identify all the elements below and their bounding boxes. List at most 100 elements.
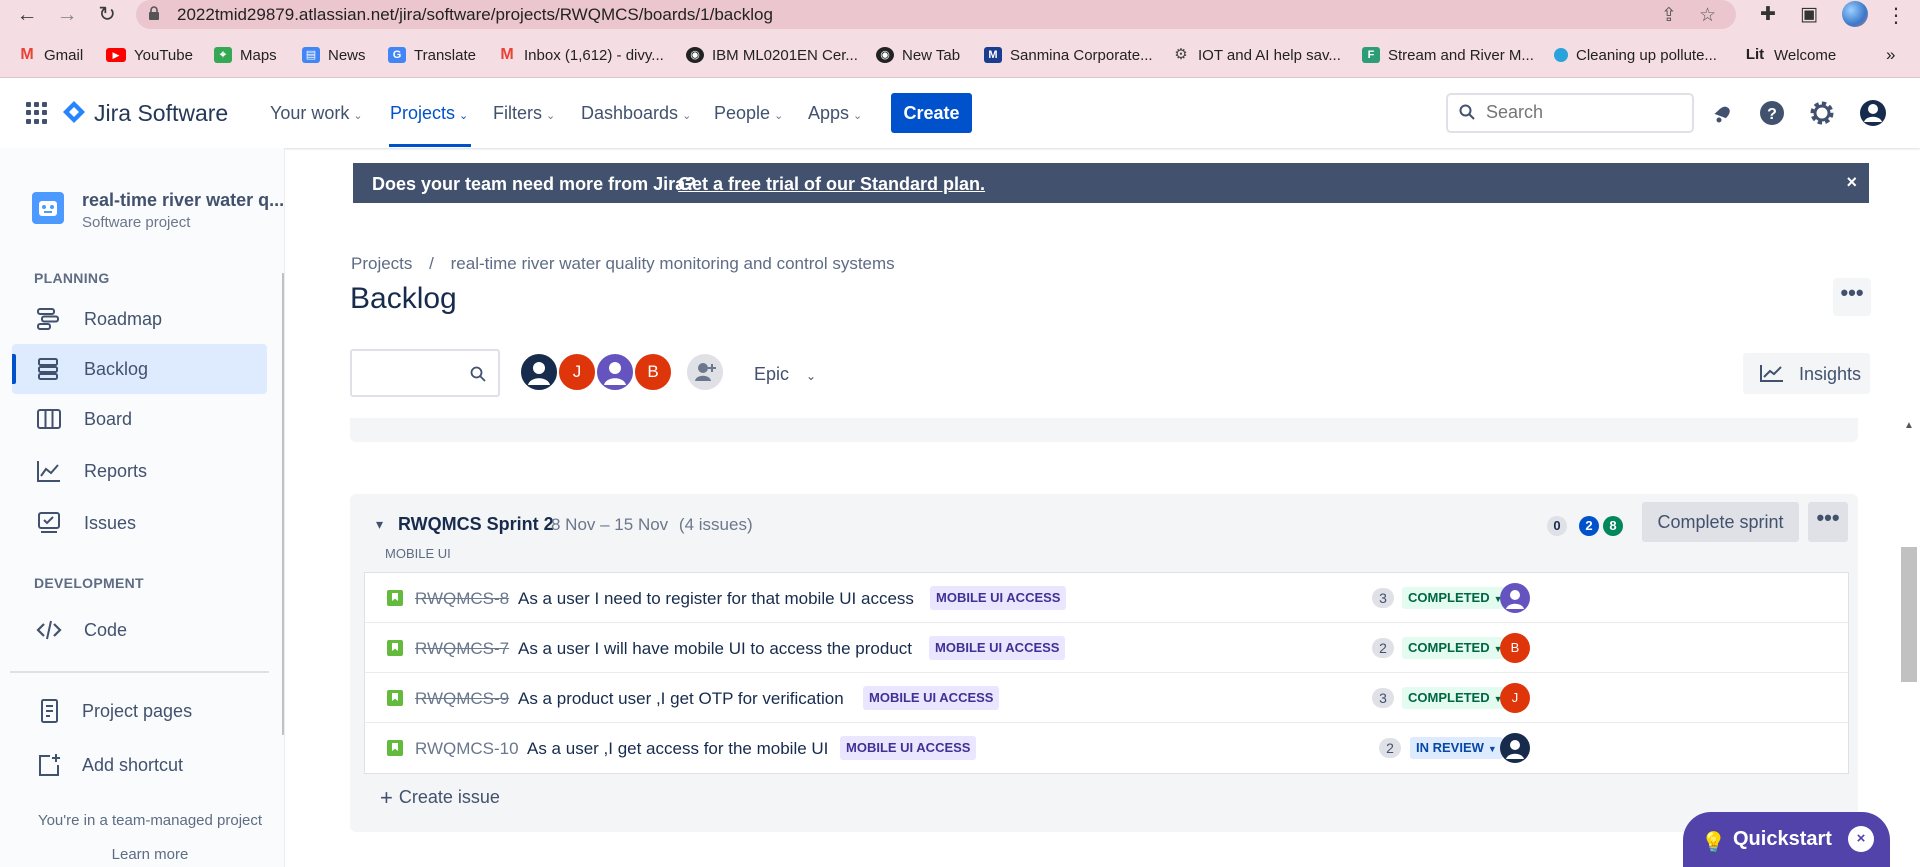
- close-icon[interactable]: ×: [1846, 172, 1857, 193]
- bookmark-inbox[interactable]: M Inbox (1,612) - divy...: [498, 45, 663, 65]
- sprint-name[interactable]: RWQMCS Sprint 2: [398, 514, 554, 535]
- back-arrow-icon[interactable]: ←: [14, 2, 40, 28]
- epic-lozenge[interactable]: MOBILE UI ACCESS: [929, 636, 1066, 660]
- chrome-menu-icon[interactable]: ⋮: [1886, 3, 1906, 28]
- quickstart-button[interactable]: 💡 Quickstart ×: [1683, 812, 1890, 867]
- main-scrollbar[interactable]: ▲: [1898, 420, 1920, 867]
- issue-key[interactable]: RWQMCS-9: [415, 689, 509, 709]
- insights-button[interactable]: Insights: [1743, 353, 1870, 394]
- epic-filter-dropdown[interactable]: Epic ⌄: [754, 364, 816, 385]
- issue-summary[interactable]: As a product user ,I get OTP for verific…: [518, 689, 844, 709]
- reload-icon[interactable]: ↻: [94, 2, 120, 28]
- notifications-icon[interactable]: [1708, 98, 1738, 128]
- issue-key[interactable]: RWQMCS-8: [415, 589, 509, 609]
- bookmarks-overflow-icon[interactable]: »: [1886, 45, 1895, 65]
- create-issue-button[interactable]: + Create issue: [380, 785, 500, 811]
- nav-your-work[interactable]: Your work ⌄: [270, 103, 363, 124]
- sidebar-item-board[interactable]: Board: [12, 394, 267, 444]
- assignee-avatar[interactable]: [1500, 733, 1530, 763]
- epic-lozenge[interactable]: MOBILE UI ACCESS: [930, 586, 1067, 610]
- complete-sprint-button[interactable]: Complete sprint: [1642, 502, 1799, 542]
- issue-row[interactable]: RWQMCS-8 As a user I need to register fo…: [365, 573, 1848, 623]
- create-button[interactable]: Create: [891, 93, 972, 133]
- issue-key[interactable]: RWQMCS-7: [415, 639, 509, 659]
- bookmark-stream[interactable]: F Stream and River M...: [1362, 45, 1534, 65]
- scroll-down-icon[interactable]: ▼: [283, 777, 284, 788]
- epic-lozenge[interactable]: MOBILE UI ACCESS: [863, 686, 1000, 710]
- status-dropdown[interactable]: COMPLETED ▼: [1402, 637, 1509, 659]
- story-points[interactable]: 2: [1379, 738, 1401, 758]
- sidebar-item-add-shortcut[interactable]: Add shortcut: [12, 740, 267, 790]
- nav-filters[interactable]: Filters ⌄: [493, 103, 555, 124]
- bookmark-sanmina[interactable]: M Sanmina Corporate...: [984, 45, 1153, 65]
- bookmark-gmail[interactable]: M Gmail: [18, 45, 83, 65]
- sidebar-item-issues[interactable]: Issues: [12, 498, 267, 548]
- issue-key[interactable]: RWQMCS-10: [415, 739, 519, 759]
- project-name[interactable]: real-time river water q...: [82, 190, 284, 211]
- banner-trial-link[interactable]: Get a free trial of our Standard plan.: [678, 174, 985, 195]
- bookmark-iot[interactable]: ⚙ IOT and AI help sav...: [1172, 45, 1341, 65]
- scrollbar-thumb[interactable]: [1901, 547, 1917, 682]
- issue-summary[interactable]: As a user ,I get access for the mobile U…: [527, 739, 828, 759]
- issue-summary[interactable]: As a user I will have mobile UI to acces…: [518, 639, 912, 659]
- nav-projects[interactable]: Projects ⌄: [390, 103, 468, 124]
- profile-avatar-icon[interactable]: [1858, 98, 1888, 128]
- issue-row[interactable]: RWQMCS-10 As a user ,I get access for th…: [365, 723, 1848, 773]
- assignee-avatar[interactable]: B: [1500, 633, 1530, 663]
- bookmark-news[interactable]: ▤ News: [302, 45, 366, 65]
- bookmark-cleaning[interactable]: Cleaning up pollute...: [1554, 45, 1717, 65]
- bookmark-maps[interactable]: ⌖ Maps: [214, 45, 277, 65]
- add-people-button[interactable]: [685, 352, 725, 392]
- bookmark-welcome[interactable]: Lit Welcome: [1744, 45, 1836, 65]
- sidebar-item-code[interactable]: Code: [12, 605, 267, 655]
- sidebar-scrollbar[interactable]: ▲ ▼: [282, 253, 284, 791]
- scroll-up-icon[interactable]: ▲: [283, 253, 284, 264]
- browser-profile-avatar[interactable]: [1842, 1, 1868, 27]
- issue-row[interactable]: RWQMCS-9 As a product user ,I get OTP fo…: [365, 673, 1848, 723]
- bookmark-translate[interactable]: G Translate: [388, 45, 476, 65]
- epic-lozenge[interactable]: MOBILE UI ACCESS: [840, 736, 977, 760]
- story-points[interactable]: 3: [1372, 588, 1394, 608]
- page-more-actions-button[interactable]: •••: [1833, 278, 1871, 316]
- sidebar-item-roadmap[interactable]: Roadmap: [12, 294, 267, 344]
- issue-row[interactable]: RWQMCS-7 As a user I will have mobile UI…: [365, 623, 1848, 673]
- project-avatar[interactable]: [32, 192, 64, 224]
- global-search[interactable]: [1446, 93, 1694, 133]
- issue-summary[interactable]: As a user I need to register for that mo…: [518, 589, 914, 609]
- assignee-avatar[interactable]: J: [1500, 683, 1530, 713]
- status-dropdown[interactable]: COMPLETED ▼: [1402, 687, 1509, 709]
- bookmark-youtube[interactable]: ▶ YouTube: [106, 45, 193, 65]
- collapse-chevron-icon[interactable]: ▾: [376, 516, 383, 533]
- sidebar-item-backlog[interactable]: Backlog: [12, 344, 267, 394]
- jira-brand[interactable]: Jira Software: [94, 100, 228, 127]
- story-points[interactable]: 2: [1372, 638, 1394, 658]
- scroll-up-icon[interactable]: ▲: [1904, 420, 1914, 431]
- extensions-icon[interactable]: ✚: [1760, 3, 1776, 26]
- app-switcher-icon[interactable]: [26, 102, 48, 124]
- help-icon[interactable]: ?: [1757, 98, 1787, 128]
- assignee-filter-avatar[interactable]: B: [633, 352, 673, 392]
- assignee-filter-avatar[interactable]: [519, 352, 559, 392]
- jira-logo-icon[interactable]: [62, 100, 86, 124]
- learn-more-link[interactable]: Learn more: [0, 846, 284, 863]
- sidebar-item-reports[interactable]: Reports: [12, 446, 267, 496]
- bookmark-ibm[interactable]: ◉ IBM ML0201EN Cer...: [686, 45, 858, 65]
- assignee-filter-avatar[interactable]: J: [557, 352, 597, 392]
- share-icon[interactable]: ⇪: [1661, 4, 1677, 27]
- search-input[interactable]: [1486, 102, 1676, 123]
- breadcrumb-project[interactable]: real-time river water quality monitoring…: [451, 254, 895, 273]
- scrollbar-thumb[interactable]: [282, 273, 284, 735]
- assignee-filter-avatar[interactable]: [595, 352, 635, 392]
- side-panel-icon[interactable]: ▣: [1800, 3, 1818, 26]
- bookmark-new-tab[interactable]: ◉ New Tab: [876, 45, 960, 65]
- settings-gear-icon[interactable]: [1807, 98, 1837, 128]
- address-bar[interactable]: 2022tmid29879.atlassian.net/jira/softwar…: [136, 0, 1736, 29]
- sidebar-item-project-pages[interactable]: Project pages: [12, 686, 267, 736]
- close-icon[interactable]: ×: [1848, 826, 1874, 852]
- forward-arrow-icon[interactable]: →: [54, 2, 80, 28]
- status-dropdown[interactable]: IN REVIEW ▼: [1410, 737, 1503, 759]
- breadcrumb-projects[interactable]: Projects: [351, 254, 412, 273]
- bookmark-star-icon[interactable]: ☆: [1699, 4, 1716, 27]
- story-points[interactable]: 3: [1372, 688, 1394, 708]
- assignee-avatar[interactable]: [1500, 583, 1530, 613]
